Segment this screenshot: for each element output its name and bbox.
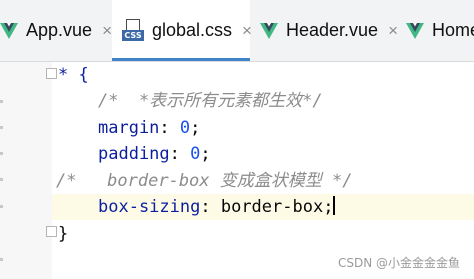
gutter-tick <box>0 152 3 155</box>
editor-tab-bar: App.vue × CSS global.css × Header.vue × … <box>0 0 474 62</box>
css-value: border-box <box>220 197 324 217</box>
code-line: /* border-box 变成盒状模型 */ <box>56 168 352 194</box>
vue-icon <box>260 22 278 39</box>
line-gutter <box>0 62 52 279</box>
code-line: } <box>58 221 68 247</box>
css-value: 0 <box>190 144 201 164</box>
watermark: CSDN @小金金金金鱼 <box>337 256 460 270</box>
gutter-tick <box>0 100 3 103</box>
code-comment: /* *表示所有元素都生效*/ <box>98 91 323 111</box>
tab-app-vue[interactable]: App.vue × <box>0 0 112 61</box>
tab-label: global.css <box>152 20 233 40</box>
vue-icon <box>406 22 424 39</box>
gutter-tick <box>0 178 3 181</box>
tab-label: HomeV <box>432 20 474 40</box>
code-line: /* *表示所有元素都生效*/ <box>98 88 323 114</box>
tab-label: App.vue <box>26 20 93 40</box>
tab-label: Header.vue <box>286 20 379 40</box>
css-property: margin <box>98 118 160 138</box>
gutter-tick <box>0 205 3 208</box>
tab-home-vue[interactable]: HomeV <box>400 0 474 61</box>
closing-brace: } <box>58 224 69 244</box>
css-file-icon: CSS <box>122 18 144 43</box>
code-line: margin: 0; <box>98 118 201 138</box>
close-icon[interactable]: × <box>102 21 112 41</box>
css-selector: * { <box>58 65 89 85</box>
vue-icon <box>0 22 18 39</box>
current-code-line: box-sizing: border-box; <box>52 194 474 220</box>
close-icon[interactable]: × <box>388 21 398 41</box>
css-property: padding <box>98 144 170 164</box>
code-comment: /* border-box 变成盒状模型 */ <box>56 171 353 191</box>
text-caret <box>333 196 336 215</box>
code-line: padding: 0; <box>98 144 211 164</box>
css-value: 0 <box>179 118 191 138</box>
css-property: box-sizing <box>98 197 201 217</box>
tab-header-vue[interactable]: Header.vue × <box>250 0 400 61</box>
gutter-tick <box>0 258 3 261</box>
code-editor[interactable]: * { /* *表示所有元素都生效*/ margin: 0; padding: … <box>52 62 474 279</box>
gutter-tick <box>0 126 3 129</box>
tab-global-css[interactable]: CSS global.css × <box>112 0 252 61</box>
code-line: * { <box>58 62 89 88</box>
